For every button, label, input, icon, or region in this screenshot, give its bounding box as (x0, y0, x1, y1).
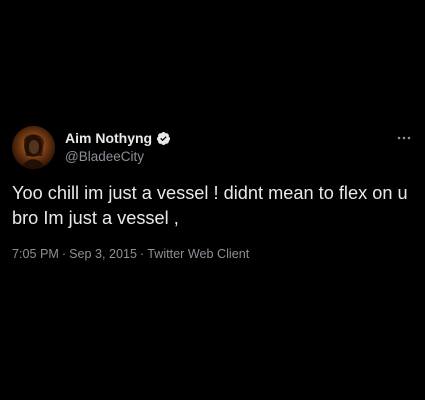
author-name-row: Aim Nothyng (65, 129, 171, 147)
meta-separator: · (140, 247, 145, 261)
meta-separator: · (61, 247, 67, 261)
tweet-meta: 7:05 PM · Sep 3, 2015 · Twitter Web Client (12, 246, 249, 262)
more-horizontal-icon[interactable] (395, 131, 413, 143)
avatar[interactable] (12, 126, 55, 169)
tweet-client[interactable]: Twitter Web Client (147, 247, 249, 261)
tweet-text: Yoo chill im just a vessel ! didnt mean … (12, 183, 408, 228)
tweet-time[interactable]: 7:05 PM (12, 247, 59, 261)
verified-badge-icon (156, 131, 171, 146)
user-handle[interactable]: @BladeeCity (65, 148, 144, 165)
display-name[interactable]: Aim Nothyng (65, 129, 152, 147)
tweet-date[interactable]: Sep 3, 2015 (69, 247, 137, 261)
avatar-image (12, 126, 55, 169)
tweet-card: Aim Nothyng @BladeeCity Yoo chill im jus… (0, 0, 425, 400)
